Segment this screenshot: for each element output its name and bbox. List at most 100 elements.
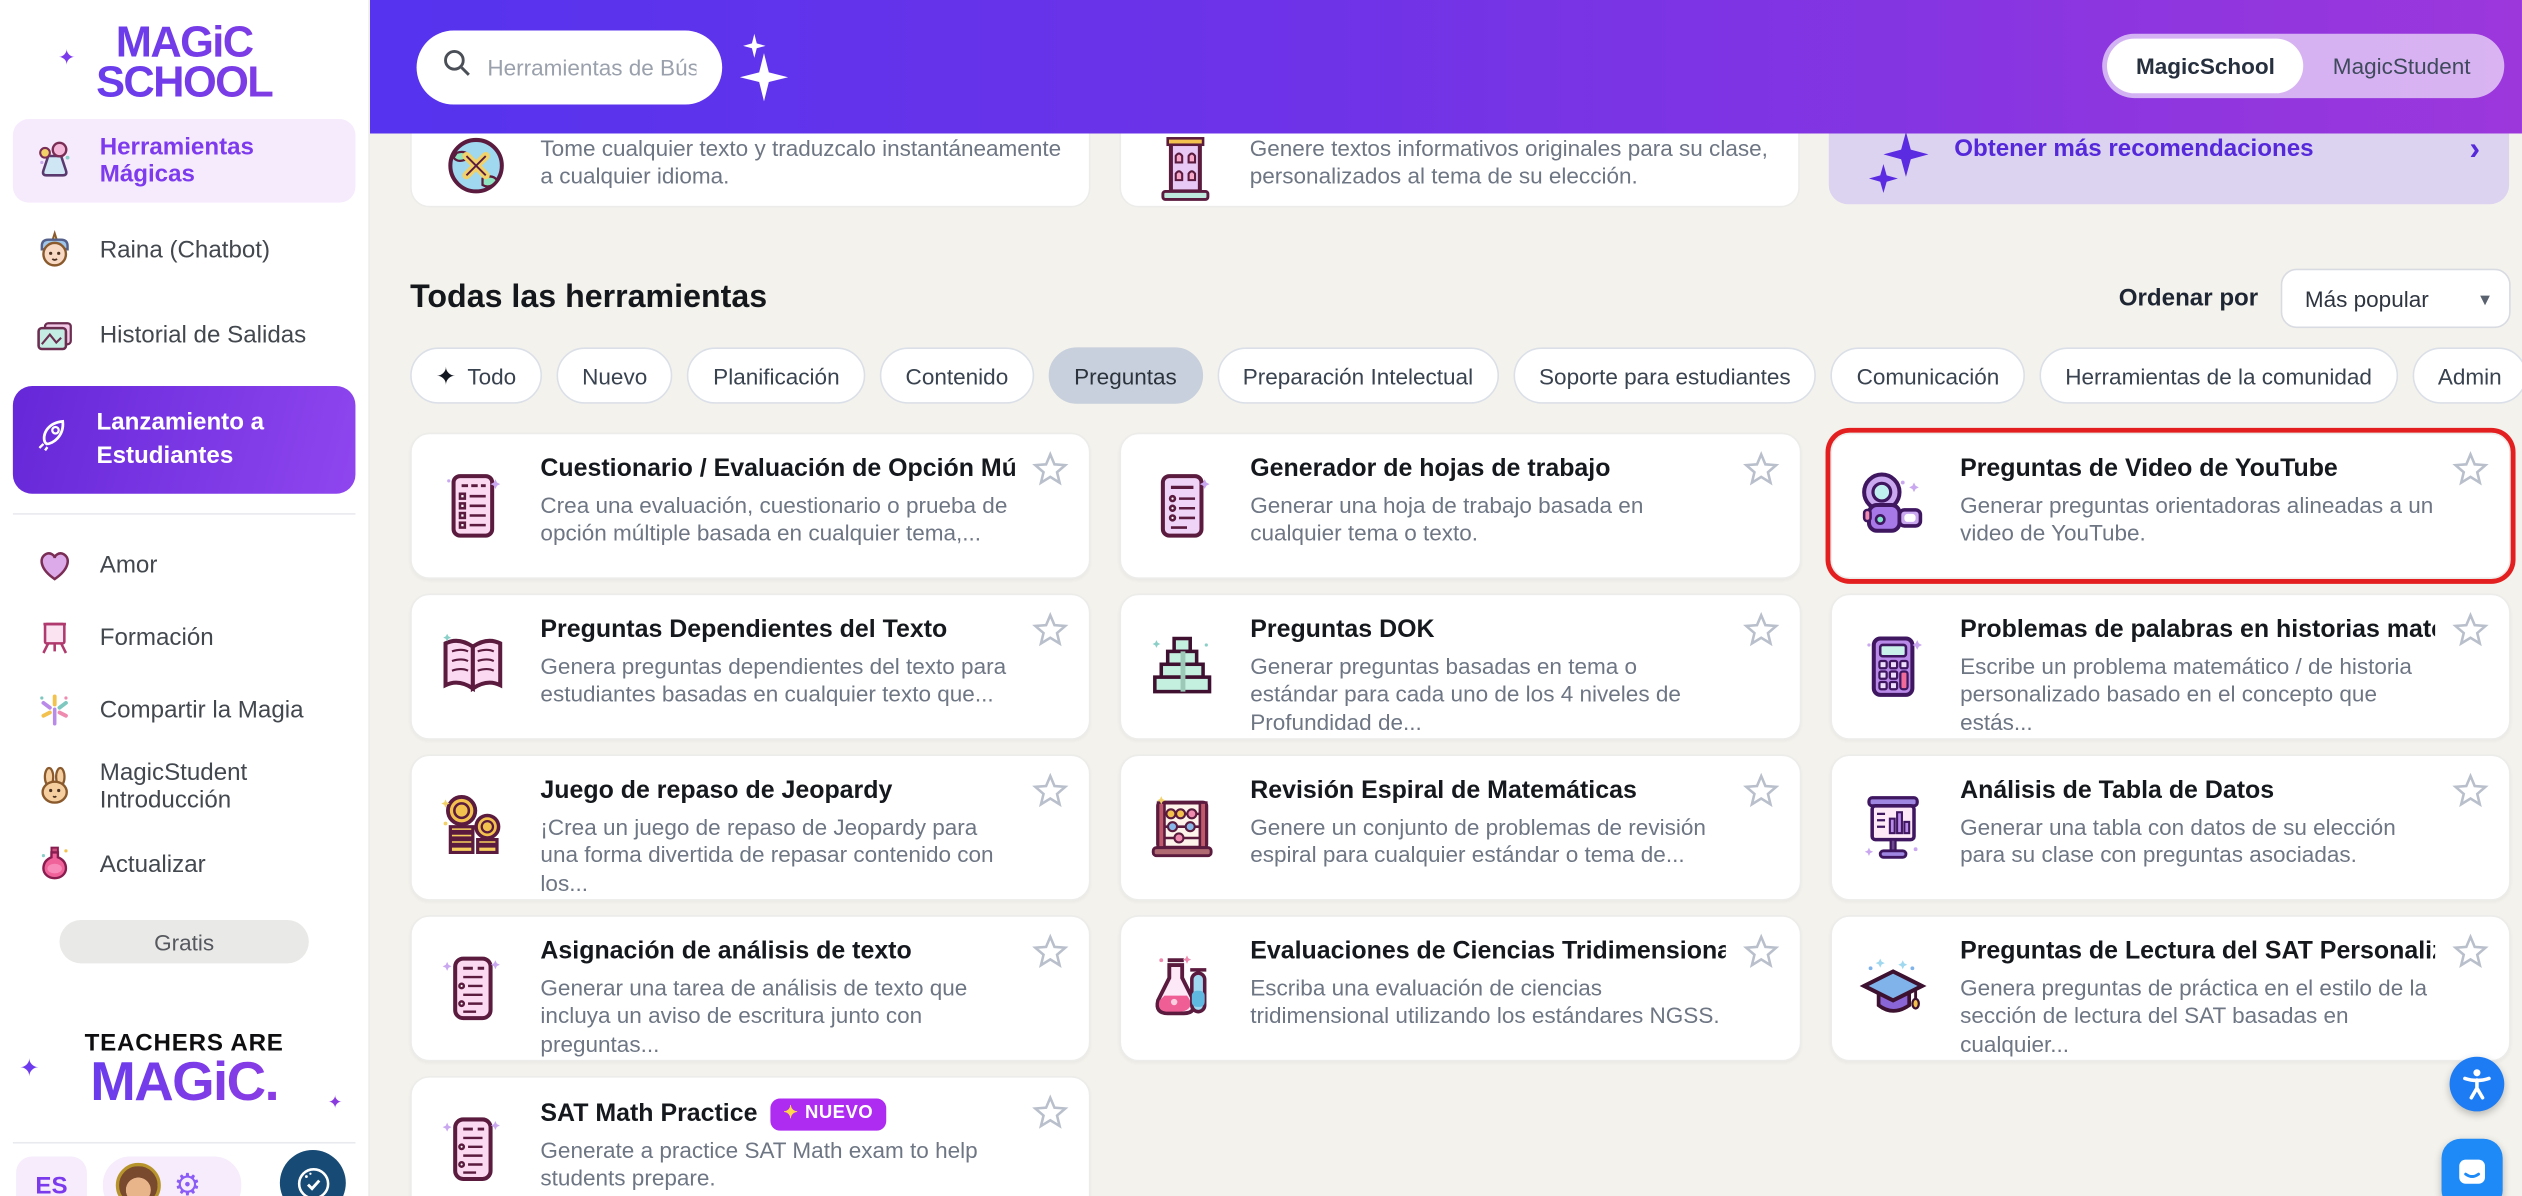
tool-card-preguntas-dok[interactable]: Preguntas DOK Generar preguntas basadas …: [1120, 593, 1801, 739]
page-title: Todas las herramientas: [410, 280, 767, 317]
sort-label: Ordenar por: [2119, 285, 2258, 312]
nuevo-badge: ✦NUEVO: [770, 1099, 886, 1131]
favorite-star-button[interactable]: [2451, 772, 2490, 815]
filter-chip-comunicacion[interactable]: Comunicación: [1831, 347, 2025, 403]
sidebar-item-formacion[interactable]: Formación: [13, 603, 356, 671]
sidebar-item-herramientas-magicas[interactable]: Herramientas Mágicas: [13, 118, 356, 202]
tool-card-ciencias-3d[interactable]: Evaluaciones de Ciencias Tridimensionale…: [1120, 915, 1801, 1061]
toggle-magicschool[interactable]: MagicSchool: [2107, 39, 2304, 94]
tool-card-cuestionario[interactable]: Cuestionario / Evaluación de Opción Múlt…: [410, 433, 1091, 579]
magic-tools-icon: [32, 138, 77, 183]
avatar: [116, 1163, 161, 1196]
recommendations-banner[interactable]: Obtener más recomendaciones ›: [1829, 133, 2509, 204]
sort-value: Más popular: [2305, 285, 2429, 311]
sidebar-item-historial-de-salidas[interactable]: Historial de Salidas: [13, 299, 356, 373]
launch-label: Lanzamiento a Estudiantes: [97, 405, 265, 475]
favorite-star-button[interactable]: [1741, 772, 1780, 815]
bunny-icon: [32, 764, 77, 809]
magicschool-logo[interactable]: ✦ MAGiC SCHOOL: [0, 0, 368, 102]
sidebar-item-label: Raina (Chatbot): [100, 237, 270, 264]
sidebar-item-actualizar[interactable]: Actualizar: [13, 830, 356, 898]
sidebar-item-label: MagicStudent Introducción: [100, 759, 336, 814]
tool-card-asignacion-analisis-texto[interactable]: Asignación de análisis de texto Generar …: [410, 915, 1091, 1061]
chevron-right-icon: ›: [2469, 133, 2480, 168]
launch-to-students-button[interactable]: Lanzamiento a Estudiantes: [13, 385, 356, 494]
tool-card-hojas-de-trabajo[interactable]: Generador de hojas de trabajo Generar un…: [1120, 433, 1801, 579]
toggle-magicstudent[interactable]: MagicStudent: [2304, 39, 2500, 94]
sidebar-item-label: Herramientas Mágicas: [100, 133, 336, 188]
favorite-star-button[interactable]: [1741, 450, 1780, 493]
heart-icon: [32, 542, 77, 587]
output-history-icon: [32, 313, 77, 358]
tool-card-preguntas-dependientes[interactable]: Preguntas Dependientes del Texto Genera …: [410, 593, 1091, 739]
sidebar-item-magicstudent-introduccion[interactable]: MagicStudent Introducción: [13, 748, 356, 825]
tool-title: Problemas de palabras en historias matem…: [1960, 616, 2435, 646]
audience-toggle: MagicSchool MagicStudent: [2102, 34, 2504, 98]
filter-chip-nuevo[interactable]: Nuevo: [556, 347, 673, 403]
gear-icon: ⚙: [174, 1167, 201, 1196]
filter-chip-contenido[interactable]: Contenido: [880, 347, 1034, 403]
favorite-star-button[interactable]: [2451, 611, 2490, 654]
profile-menu[interactable]: ⚙: [103, 1156, 241, 1196]
favorite-star-button[interactable]: [1032, 611, 1071, 654]
sparkle-burst-icon: [32, 687, 77, 732]
tool-card-informational-texts[interactable]: Genere textos informativos originales pa…: [1119, 133, 1799, 207]
favorite-star-button[interactable]: [1741, 933, 1780, 976]
plan-badge: Gratis: [60, 920, 309, 963]
chat-support-button[interactable]: [2442, 1139, 2503, 1196]
coins-icon: [437, 791, 508, 870]
tool-title: Preguntas DOK: [1250, 616, 1725, 646]
tool-title: Generador de hojas de trabajo: [1250, 455, 1725, 485]
tool-card-desc: Genere textos informativos originales pa…: [1250, 135, 1773, 191]
favorite-star-button[interactable]: [2451, 450, 2490, 493]
tool-title: SAT Math Practice ✦NUEVO: [540, 1099, 1015, 1131]
tool-card-lectura-sat[interactable]: Preguntas de Lectura del SAT Personaliza…: [1830, 915, 2511, 1061]
calculator-icon: [1857, 630, 1928, 709]
easel-icon: [32, 615, 77, 660]
tool-card-problemas-matematicos[interactable]: Problemas de palabras en historias matem…: [1830, 593, 2511, 739]
search-input[interactable]: [487, 54, 696, 80]
potion-icon: [32, 841, 77, 886]
teachers-are-magic-logo: ✦ TEACHERS ARE MAGiC. ✦: [0, 1031, 368, 1110]
tool-card-analisis-tabla-datos[interactable]: Análisis de Tabla de Datos Generar una t…: [1830, 754, 2511, 900]
filter-chip-todo[interactable]: ✦ Todo: [410, 347, 542, 403]
favorite-star-button[interactable]: [1032, 772, 1071, 815]
filter-chip-preparacion-intelectual[interactable]: Preparación Intelectual: [1217, 347, 1499, 403]
tool-title: Cuestionario / Evaluación de Opción Múlt…: [540, 455, 1015, 485]
filter-chip-admin[interactable]: Admin: [2412, 347, 2522, 403]
favorite-star-button[interactable]: [1741, 611, 1780, 654]
language-selector[interactable]: ES: [16, 1156, 87, 1196]
favorite-star-button[interactable]: [1032, 1094, 1071, 1137]
tool-card-jeopardy[interactable]: Juego de repaso de Jeopardy ¡Crea un jue…: [410, 754, 1091, 900]
tool-card-preguntas-video-youtube[interactable]: Preguntas de Video de YouTube Generar pr…: [1830, 433, 2511, 579]
tool-card-sat-math-practice[interactable]: SAT Math Practice ✦NUEVO Generate a prac…: [410, 1076, 1091, 1196]
tool-title: Evaluaciones de Ciencias Tridimensionale…: [1250, 938, 1725, 968]
accessibility-button[interactable]: [2450, 1057, 2505, 1112]
sparkles-icon: [1867, 133, 1931, 201]
sidebar-item-compartir-la-magia[interactable]: Compartir la Magia: [13, 676, 356, 744]
quiz-document-icon: [437, 470, 508, 549]
sidebar-divider: [13, 513, 356, 515]
unicorn-chatbot-icon: [32, 228, 77, 273]
tool-card-translator[interactable]: Tome cualquier texto y traduzcalo instan…: [410, 133, 1090, 207]
filter-chip-planificacion[interactable]: Planificación: [687, 347, 865, 403]
favorite-star-button[interactable]: [1032, 933, 1071, 976]
tools-grid: Cuestionario / Evaluación de Opción Múlt…: [410, 433, 2511, 1196]
tool-desc: Escribe un problema matemático / de hist…: [1960, 652, 2435, 736]
filter-chip-soporte-para-estudiantes[interactable]: Soporte para estudiantes: [1513, 347, 1816, 403]
tool-card-revision-espiral[interactable]: Revisión Espiral de Matemáticas Genere u…: [1120, 754, 1801, 900]
search-bar[interactable]: [417, 30, 723, 104]
tower-icon: [1150, 133, 1221, 212]
filter-chip-herramientas-comunidad[interactable]: Herramientas de la comunidad: [2040, 347, 2398, 403]
sidebar-item-raina-chatbot[interactable]: Raina (Chatbot): [13, 213, 356, 287]
sidebar-item-label: Amor: [100, 551, 158, 578]
sidebar-item-amor[interactable]: Amor: [13, 531, 356, 599]
tool-desc: Generar una tabla con datos de su elecci…: [1960, 813, 2435, 869]
session-timer-button[interactable]: [280, 1150, 346, 1196]
favorite-star-button[interactable]: [1032, 450, 1071, 493]
sort-dropdown[interactable]: Más popular ▾: [2281, 269, 2511, 329]
tool-desc: Generate a practice SAT Math exam to hel…: [540, 1137, 1015, 1193]
filter-chip-preguntas[interactable]: Preguntas: [1048, 347, 1202, 403]
favorite-star-button[interactable]: [2451, 933, 2490, 976]
tool-desc: Generar una tarea de análisis de texto q…: [540, 974, 1015, 1058]
